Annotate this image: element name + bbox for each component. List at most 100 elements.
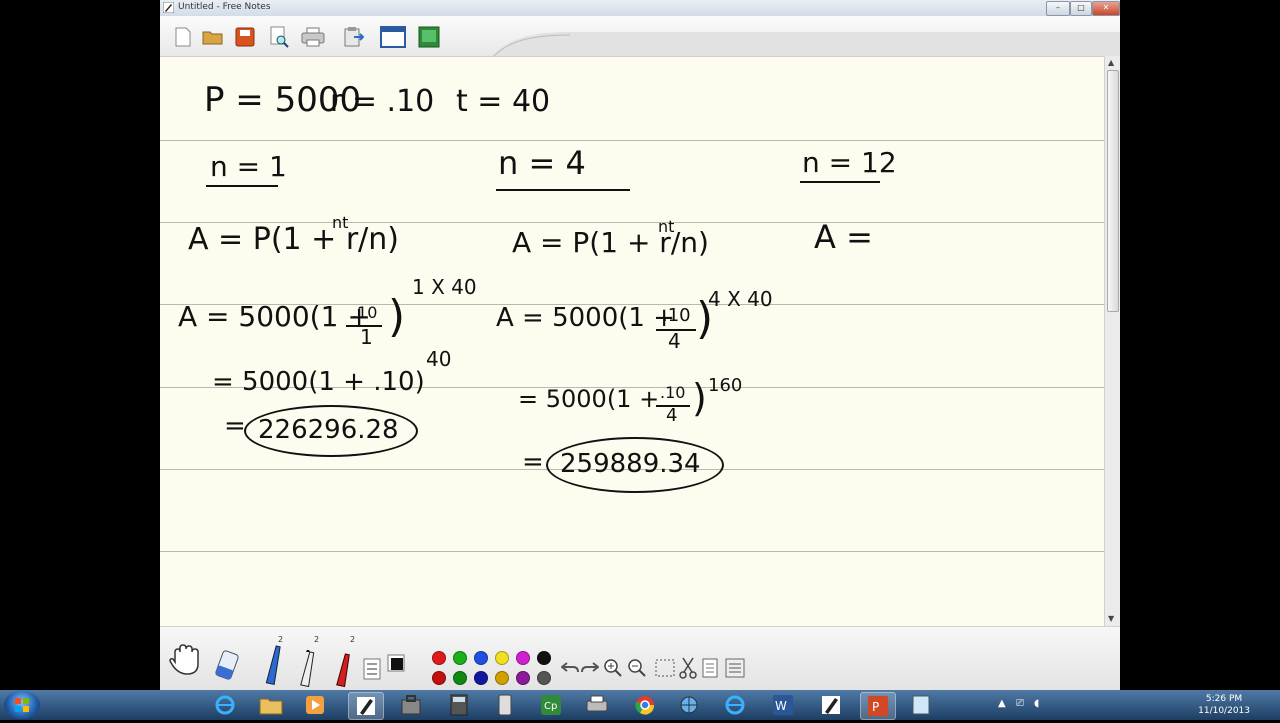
folder-icon bbox=[259, 698, 283, 715]
redo-icon bbox=[581, 662, 599, 673]
undo-icon bbox=[561, 662, 579, 673]
color-swatch-gold[interactable] bbox=[495, 671, 509, 685]
taskbar-calculator[interactable] bbox=[442, 692, 476, 718]
highlighter-pen-tool[interactable] bbox=[262, 643, 286, 689]
screen-capture-button[interactable] bbox=[416, 24, 442, 50]
taskbar-app-tools[interactable] bbox=[394, 692, 428, 718]
scissors-icon bbox=[679, 657, 697, 679]
col3-formula: A = bbox=[814, 218, 873, 256]
eraser-tool[interactable] bbox=[212, 647, 242, 683]
close-button[interactable]: ✕ bbox=[1092, 1, 1120, 16]
save-button[interactable] bbox=[232, 24, 258, 50]
col1-header: n = 1 bbox=[210, 150, 287, 183]
window-icon bbox=[380, 26, 406, 48]
redo-button[interactable] bbox=[580, 657, 600, 679]
cut-button[interactable] bbox=[676, 655, 700, 681]
print-preview-button[interactable] bbox=[266, 24, 292, 50]
undo-button[interactable] bbox=[560, 657, 580, 679]
taskbar-printer[interactable] bbox=[580, 692, 614, 718]
tray-expand-icon[interactable]: ▲ bbox=[998, 698, 1006, 709]
chrome-icon bbox=[635, 696, 655, 715]
print-button[interactable] bbox=[300, 24, 326, 50]
col1-result-equals: = bbox=[224, 411, 246, 441]
maximize-button[interactable]: □ bbox=[1070, 1, 1092, 16]
scrollbar-thumb[interactable] bbox=[1107, 70, 1119, 312]
color-swatch-yellow[interactable] bbox=[495, 651, 509, 665]
taskbar-powerpoint[interactable]: P bbox=[860, 692, 896, 720]
tray-volume-icon[interactable]: ◖ bbox=[1034, 698, 1039, 709]
line-width-tool[interactable] bbox=[362, 657, 382, 681]
scroll-down-icon[interactable]: ▼ bbox=[1108, 614, 1114, 623]
title-bar[interactable]: Untitled - Free Notes – □ ✕ bbox=[160, 0, 1120, 17]
calculator-icon bbox=[450, 694, 468, 716]
pen-count-3: 2 bbox=[350, 635, 356, 644]
pen-app-icon bbox=[822, 696, 840, 714]
color-swatch-black[interactable] bbox=[537, 651, 551, 665]
insert-page-button[interactable] bbox=[700, 657, 722, 679]
taskbar-word[interactable]: W bbox=[766, 692, 800, 718]
free-notes-window: Untitled - Free Notes – □ ✕ P = 5000 r =… bbox=[160, 0, 1120, 690]
color-swatch-dark-blue[interactable] bbox=[474, 671, 488, 685]
screen-icon bbox=[418, 26, 440, 48]
taskbar-ie-2[interactable] bbox=[718, 692, 752, 718]
taskbar-network[interactable] bbox=[672, 692, 706, 718]
taskbar-explorer[interactable] bbox=[254, 692, 288, 718]
note-page[interactable]: P = 5000 r = .10 t = 40 n = 1 A = P(1 + … bbox=[160, 56, 1104, 627]
new-file-button[interactable] bbox=[170, 24, 196, 50]
clock-date: 11/10/2013 bbox=[1198, 706, 1250, 716]
zoom-out-button[interactable] bbox=[626, 657, 648, 679]
taskbar-notepad[interactable] bbox=[904, 692, 938, 718]
col1-formula: A = P(1 + r/n) bbox=[188, 222, 399, 257]
taskbar-ie[interactable] bbox=[208, 692, 242, 718]
color-swatch-red[interactable] bbox=[432, 651, 446, 665]
taskbar-free-notes[interactable] bbox=[348, 692, 384, 720]
pan-hand-tool[interactable] bbox=[166, 639, 206, 679]
clock-time: 5:26 PM bbox=[1205, 694, 1243, 704]
window-title: Untitled - Free Notes bbox=[178, 2, 271, 12]
fill-color-tool[interactable] bbox=[386, 653, 406, 673]
print-icon bbox=[301, 27, 325, 47]
color-swatch-blue[interactable] bbox=[474, 651, 488, 665]
start-button[interactable] bbox=[4, 691, 40, 719]
color-swatch-magenta[interactable] bbox=[516, 651, 530, 665]
minimize-button[interactable]: – bbox=[1046, 1, 1070, 16]
scroll-up-icon[interactable]: ▲ bbox=[1108, 58, 1114, 67]
color-swatch-gray[interactable] bbox=[537, 671, 551, 685]
clipboard-button[interactable] bbox=[340, 24, 366, 50]
col1-substitution-exponent: 1 X 40 bbox=[412, 275, 477, 299]
zoom-in-button[interactable] bbox=[602, 657, 624, 679]
taskbar-chrome[interactable] bbox=[628, 692, 662, 718]
word-icon: W bbox=[773, 695, 793, 715]
open-button[interactable] bbox=[200, 24, 226, 50]
blue-marker-icon bbox=[265, 645, 281, 686]
col2-simplified-numerator: .10 bbox=[660, 383, 686, 402]
col2-result-equals: = bbox=[522, 447, 544, 477]
taskbar-pen-app[interactable] bbox=[814, 692, 848, 718]
taskbar-media-player[interactable] bbox=[298, 692, 332, 718]
red-pen-icon bbox=[336, 653, 350, 688]
color-swatch-green[interactable] bbox=[453, 651, 467, 665]
select-region-button[interactable] bbox=[654, 657, 676, 679]
taskbar-camtasia[interactable]: Cp bbox=[534, 692, 568, 718]
page-list-button[interactable] bbox=[724, 657, 746, 679]
col1-formula-exponent: nt bbox=[332, 213, 349, 232]
svg-text:Cp: Cp bbox=[544, 701, 557, 712]
window-mode-button[interactable] bbox=[380, 24, 406, 50]
main-toolbar bbox=[160, 16, 1120, 72]
black-pen-tool[interactable] bbox=[296, 649, 320, 689]
new-file-icon bbox=[175, 27, 191, 47]
taskbar-clock[interactable]: 5:26 PM 11/10/2013 bbox=[1198, 693, 1250, 717]
internet-explorer-icon bbox=[725, 695, 745, 715]
color-swatch-purple[interactable] bbox=[516, 671, 530, 685]
red-pen-tool[interactable] bbox=[332, 649, 356, 689]
color-swatch-dark-red[interactable] bbox=[432, 671, 446, 685]
taskbar-device[interactable] bbox=[488, 692, 522, 718]
col1-substitution: A = 5000(1 + bbox=[178, 300, 371, 333]
windows-taskbar: Cp W P ▲ ⎚ ◖ 5:26 PM 11/10/2013 bbox=[0, 690, 1280, 720]
col1-simplified-exponent: 40 bbox=[426, 347, 452, 371]
tray-network-icon[interactable]: ⎚ bbox=[1016, 698, 1024, 709]
windows-logo-icon bbox=[15, 698, 29, 712]
vertical-scrollbar[interactable]: ▲ ▼ bbox=[1104, 56, 1120, 626]
color-swatch-dark-green[interactable] bbox=[453, 671, 467, 685]
open-folder-icon bbox=[202, 31, 223, 45]
